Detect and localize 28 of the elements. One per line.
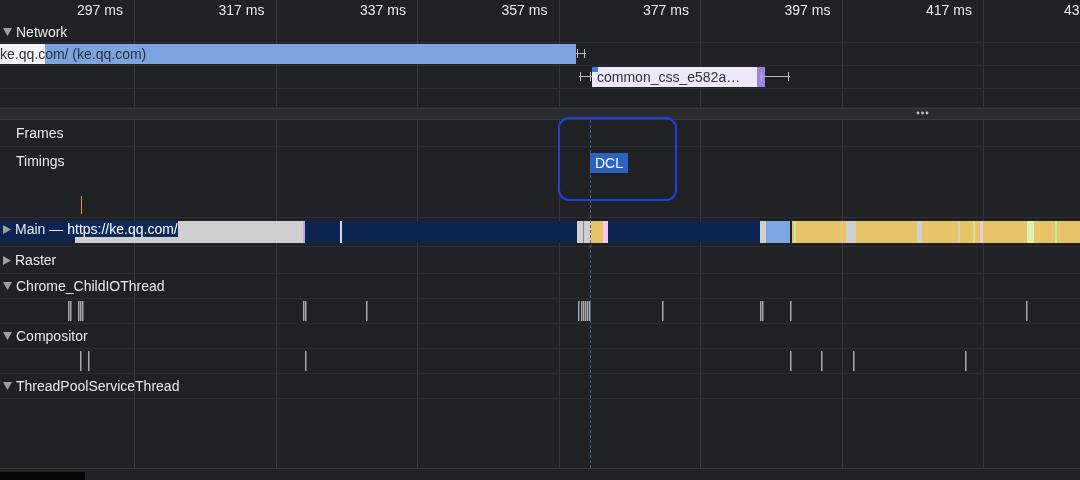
collapse-triangle-icon[interactable] [3,382,12,390]
expand-triangle-icon[interactable] [3,255,11,265]
time-tick-label: 337 ms [360,2,406,18]
track-label: Frames [16,125,64,141]
network-request-bar[interactable]: common_css_e582a… [592,67,765,87]
url-text: https://ke.qq.com/ [67,221,178,237]
track-label: Timings [16,153,65,169]
time-tick-label: 397 ms [784,2,831,18]
time-tick-label: 297 ms [77,2,123,18]
track-label: Network [16,24,68,40]
marker-tick [81,196,82,214]
track-label: Main — [15,221,64,237]
track-label: Compositor [16,328,88,344]
collapse-triangle-icon[interactable] [3,282,12,290]
collapse-triangle-icon[interactable] [3,332,12,340]
time-tick-label: 417 ms [926,2,972,18]
track-label: Raster [15,252,57,268]
track-label: ThreadPoolServiceThread [16,378,180,394]
time-tick-label: 43 [1064,2,1080,18]
collapse-triangle-icon[interactable] [3,28,12,36]
expand-triangle-icon[interactable] [3,224,11,234]
track-label: Chrome_ChildIOThread [16,278,165,294]
time-tick-label: 357 ms [501,2,548,18]
timing-marker[interactable]: DCL [590,153,628,173]
time-tick-label: 317 ms [218,2,265,18]
scrollbar-thumb[interactable] [0,472,85,480]
resize-handle-icon[interactable] [916,111,929,115]
time-tick-label: 377 ms [643,2,689,18]
